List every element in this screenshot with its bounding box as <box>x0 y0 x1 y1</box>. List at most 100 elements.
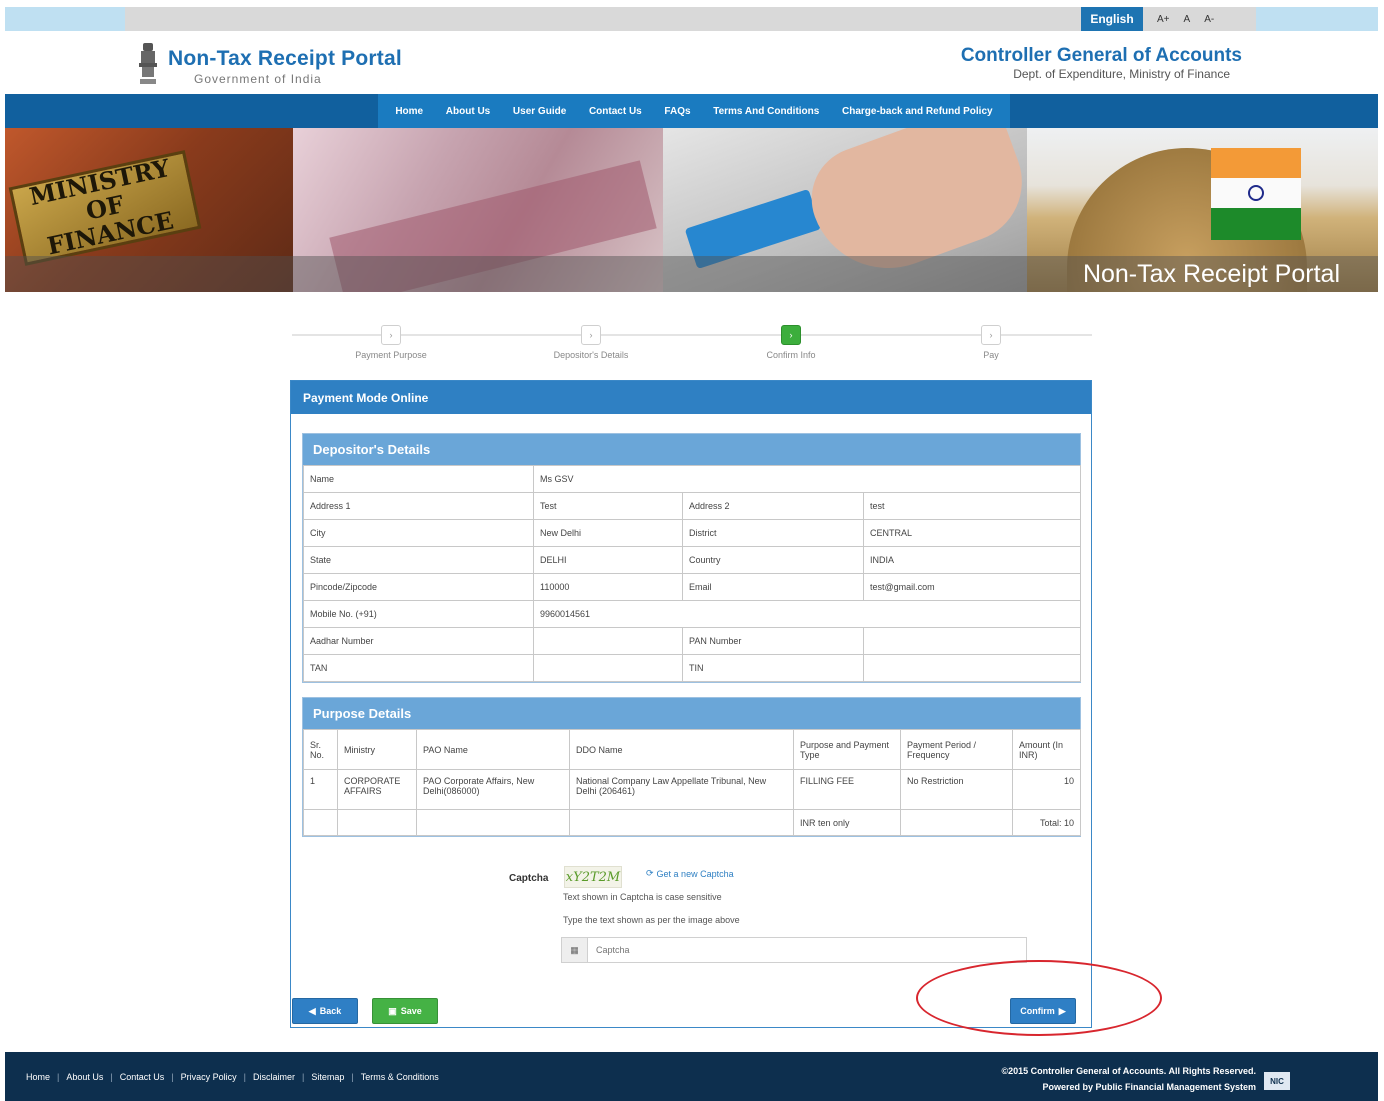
cell-period: No Restriction <box>900 769 1013 810</box>
empty-cell <box>303 809 338 836</box>
cell-amount: 10 <box>1012 769 1081 810</box>
captcha-label: Captcha <box>509 873 549 884</box>
country-value: INDIA <box>862 546 1082 574</box>
depositor-section-title: Depositor's Details <box>303 434 1080 465</box>
footer-sitemap-link[interactable]: Sitemap <box>304 1072 351 1082</box>
hero-banner: MINISTRY OF FINANCE Non-Tax Receipt Port… <box>5 128 1378 292</box>
table-row: Name Ms GSV <box>303 465 1082 493</box>
empty-cell <box>900 809 1013 836</box>
empty-cell <box>337 809 417 836</box>
email-value: test@gmail.com <box>862 573 1082 601</box>
footer-about-link[interactable]: About Us <box>59 1072 110 1082</box>
depositor-table: Name Ms GSV Address 1 Test Address 2 tes… <box>303 465 1082 682</box>
footer-contact-link[interactable]: Contact Us <box>113 1072 172 1082</box>
table-row: TAN TIN <box>303 654 1082 682</box>
aadhar-label: Aadhar Number <box>303 627 534 655</box>
pan-label: PAN Number <box>682 627 864 655</box>
district-value: CENTRAL <box>862 519 1082 547</box>
city-label: City <box>303 519 534 547</box>
language-button[interactable]: English <box>1081 7 1143 31</box>
captcha-image: xY2T2M <box>564 866 622 888</box>
footer-disclaimer-link[interactable]: Disclaimer <box>246 1072 302 1082</box>
keyboard-icon: ▦ <box>562 938 588 962</box>
nav-home[interactable]: Home <box>395 106 423 117</box>
arrow-left-icon: ◀ <box>308 1005 316 1016</box>
new-captcha-label: Get a new Captcha <box>656 868 734 879</box>
highlight-annotation-ellipse <box>916 960 1162 1036</box>
step-2-label: Depositor's Details <box>553 350 629 360</box>
address2-label: Address 2 <box>682 492 864 520</box>
nav-faqs[interactable]: FAQs <box>664 106 690 117</box>
nav-menu: Home About Us User Guide Contact Us FAQs… <box>378 94 1010 128</box>
back-button[interactable]: ◀ Back <box>292 998 358 1024</box>
col-period: Payment Period / Frequency <box>900 729 1013 770</box>
nic-logo: NIC <box>1264 1072 1290 1090</box>
ministry-sign: MINISTRY OF FINANCE <box>8 150 202 266</box>
org-subtitle: Dept. of Expenditure, Ministry of Financ… <box>1013 67 1230 81</box>
footer-home-link[interactable]: Home <box>19 1072 57 1082</box>
step-2-marker: › <box>581 325 601 345</box>
step-3-marker-active: › <box>781 325 801 345</box>
footer-privacy-link[interactable]: Privacy Policy <box>174 1072 244 1082</box>
font-normal-button[interactable]: A <box>1184 14 1191 25</box>
cell-purpose: FILLING FEE <box>793 769 901 810</box>
table-row: 1 CORPORATE AFFAIRS PAO Corporate Affair… <box>303 769 1081 810</box>
tin-label: TIN <box>682 654 864 682</box>
table-row: State DELHI Country INDIA <box>303 546 1082 574</box>
topbar-accent-left <box>5 7 125 31</box>
payment-panel: Payment Mode Online Depositor's Details … <box>290 380 1092 1028</box>
step-1-marker: › <box>381 325 401 345</box>
aadhar-value <box>533 627 683 655</box>
nav-terms[interactable]: Terms And Conditions <box>713 106 819 117</box>
refresh-icon: ⟳ <box>646 868 654 878</box>
font-decrease-button[interactable]: A- <box>1204 14 1214 25</box>
name-label: Name <box>303 465 534 493</box>
banner-title: Non-Tax Receipt Portal <box>1082 259 1340 288</box>
pincode-value: 110000 <box>533 573 683 601</box>
pan-value <box>862 627 1082 655</box>
country-label: Country <box>682 546 864 574</box>
table-row: Mobile No. (+91) 9960014561 <box>303 600 1082 628</box>
panel-title: Payment Mode Online <box>291 381 1091 414</box>
purpose-table: Sr. No. Ministry PAO Name DDO Name Purpo… <box>303 729 1081 836</box>
name-value: Ms GSV <box>532 465 1082 493</box>
topbar-accent-right <box>1256 7 1378 31</box>
nav-user-guide[interactable]: User Guide <box>513 106 566 117</box>
main-navbar: Home About Us User Guide Contact Us FAQs… <box>5 94 1378 128</box>
captcha-field: ▦ <box>561 937 1027 963</box>
nav-about-us[interactable]: About Us <box>446 106 490 117</box>
address1-value: Test <box>533 492 683 520</box>
powered-by-text: Powered by Public Financial Management S… <box>1042 1082 1256 1092</box>
nav-contact-us[interactable]: Contact Us <box>589 106 642 117</box>
footer-terms-link[interactable]: Terms & Conditions <box>354 1072 446 1082</box>
purpose-section-title: Purpose Details <box>303 698 1080 729</box>
national-emblem-icon <box>139 43 157 84</box>
back-button-label: Back <box>319 1006 342 1016</box>
pincode-label: Pincode/Zipcode <box>303 573 534 601</box>
save-button-label: Save <box>400 1006 422 1016</box>
table-row: Address 1 Test Address 2 test <box>303 492 1082 520</box>
captcha-input[interactable] <box>588 938 1026 962</box>
save-button[interactable]: ▣ Save <box>372 998 438 1024</box>
col-amount: Amount (In INR) <box>1012 729 1081 770</box>
captcha-case-note: Text shown in Captcha is case sensitive <box>563 892 722 902</box>
table-row: City New Delhi District CENTRAL <box>303 519 1082 547</box>
font-increase-button[interactable]: A+ <box>1157 14 1170 25</box>
portal-subtitle: Government of India <box>194 72 322 86</box>
table-row: Pincode/Zipcode 110000 Email test@gmail.… <box>303 573 1082 601</box>
step-4-marker: › <box>981 325 1001 345</box>
page-footer: Home | About Us | Contact Us | Privacy Poli… <box>5 1052 1378 1101</box>
col-ddo-name: DDO Name <box>569 729 794 770</box>
cell-ministry: CORPORATE AFFAIRS <box>337 769 417 810</box>
state-value: DELHI <box>533 546 683 574</box>
col-ministry: Ministry <box>337 729 417 770</box>
nav-refund-policy[interactable]: Charge-back and Refund Policy <box>842 106 993 117</box>
table-header-row: Sr. No. Ministry PAO Name DDO Name Purpo… <box>303 729 1081 770</box>
amount-in-words: INR ten only <box>793 809 901 836</box>
india-flag-icon <box>1211 148 1301 240</box>
new-captcha-link[interactable]: ⟳ Get a new Captcha <box>646 868 734 879</box>
progress-line <box>292 334 1092 336</box>
city-value: New Delhi <box>533 519 683 547</box>
depositor-section: Depositor's Details Name Ms GSV Address … <box>302 433 1082 683</box>
address2-value: test <box>862 492 1082 520</box>
